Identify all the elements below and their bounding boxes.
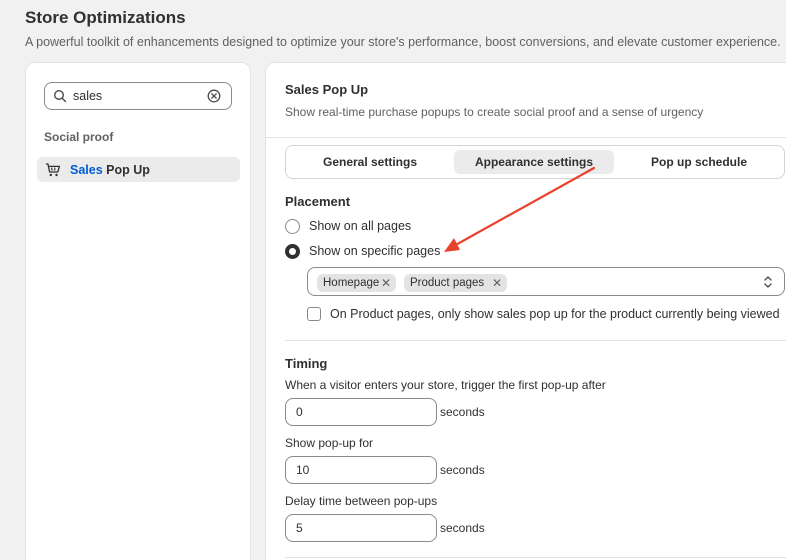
pages-multiselect[interactable]: Homepage ✕ Product pages ✕ [307, 267, 785, 296]
unit-label: seconds [440, 405, 485, 419]
sidebar-item-label: Sales Pop Up [70, 163, 150, 177]
card-header: Sales Pop Up Show real-time purchase pop… [266, 63, 786, 138]
card-description: Show real-time purchase popups to create… [285, 105, 704, 119]
checkbox[interactable] [307, 307, 321, 321]
search-input[interactable]: sales [44, 82, 232, 110]
page: Store Optimizations A powerful toolkit o… [0, 0, 786, 560]
cart-icon [46, 163, 61, 177]
checkbox-label: On Product pages, only show sales pop up… [330, 307, 780, 321]
chip-product-pages: Product pages ✕ [404, 274, 507, 292]
tab-appearance-settings[interactable]: Appearance settings [454, 150, 614, 174]
radio-label: Show on all pages [309, 219, 412, 233]
placement-title: Placement [285, 194, 351, 209]
first-popup-delay-input[interactable]: 0 [285, 398, 437, 426]
popup-duration-label: Show pop-up for [285, 436, 374, 450]
sidebar-section-label: Social proof [44, 130, 114, 144]
popup-delay-input[interactable]: 5 [285, 514, 437, 542]
page-subtitle: A powerful toolkit of enhancements desig… [25, 35, 781, 49]
tab-general-settings[interactable]: General settings [290, 150, 450, 174]
remove-chip-icon[interactable]: ✕ [381, 274, 391, 292]
remove-chip-icon[interactable]: ✕ [492, 274, 502, 292]
divider [285, 340, 786, 341]
card-title: Sales Pop Up [285, 82, 369, 97]
page-title: Store Optimizations [25, 8, 186, 27]
settings-card: Sales Pop Up Show real-time purchase pop… [265, 62, 786, 560]
select-chevron-icon [764, 276, 772, 288]
radio-label: Show on specific pages [309, 244, 441, 258]
timing-title: Timing [285, 356, 328, 371]
popup-duration-input[interactable]: 10 [285, 456, 437, 484]
unit-label: seconds [440, 463, 485, 477]
sidebar: sales Social proof Sales Pop Up [25, 62, 251, 560]
tab-bar: General settings Appearance settings Pop… [285, 145, 785, 179]
radio-button[interactable] [285, 244, 300, 259]
chip-homepage: Homepage ✕ [317, 274, 396, 292]
clear-search-icon[interactable] [207, 89, 221, 103]
first-popup-delay-label: When a visitor enters your store, trigge… [285, 378, 606, 392]
divider [285, 557, 786, 558]
popup-delay-label: Delay time between pop-ups [285, 494, 438, 508]
search-icon [53, 89, 67, 103]
tab-pop-up-schedule[interactable]: Pop up schedule [619, 150, 779, 174]
sidebar-item-sales-pop-up[interactable]: Sales Pop Up [37, 157, 240, 182]
unit-label: seconds [440, 521, 485, 535]
search-value: sales [73, 89, 103, 103]
radio-button[interactable] [285, 219, 300, 234]
